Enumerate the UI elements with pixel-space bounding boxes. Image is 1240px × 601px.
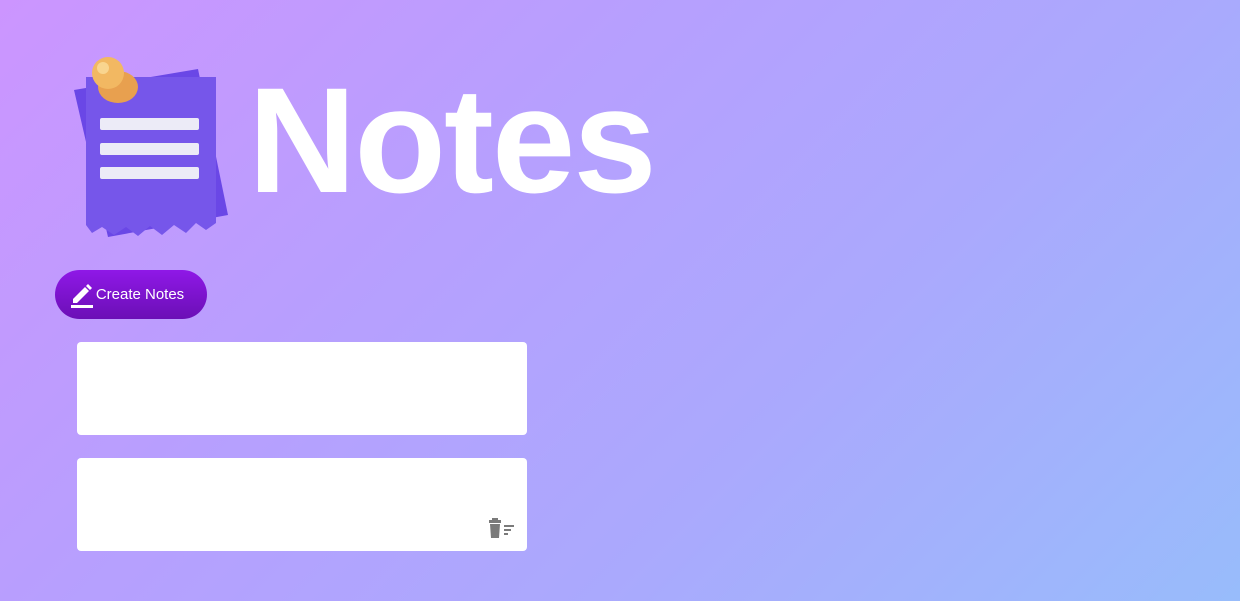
pencil-icon: [70, 283, 93, 308]
note-input-box[interactable]: [77, 458, 527, 551]
logo-pin-head: [92, 57, 124, 89]
app-header: Notes: [68, 55, 708, 245]
logo-line-2: [100, 143, 199, 155]
create-notes-label: Create Notes: [95, 286, 185, 303]
note-text[interactable]: [87, 468, 517, 541]
page-title: Notes: [248, 56, 657, 224]
logo-line-3: [100, 167, 199, 179]
note-input-box[interactable]: [77, 342, 527, 435]
logo-pin-highlight: [97, 62, 109, 74]
create-notes-button[interactable]: Create Notes: [55, 270, 207, 319]
notes-logo-icon: [74, 57, 228, 237]
logo-line-1: [100, 118, 199, 130]
delete-icon[interactable]: [489, 517, 515, 539]
logo-front-sheet: [86, 77, 216, 236]
